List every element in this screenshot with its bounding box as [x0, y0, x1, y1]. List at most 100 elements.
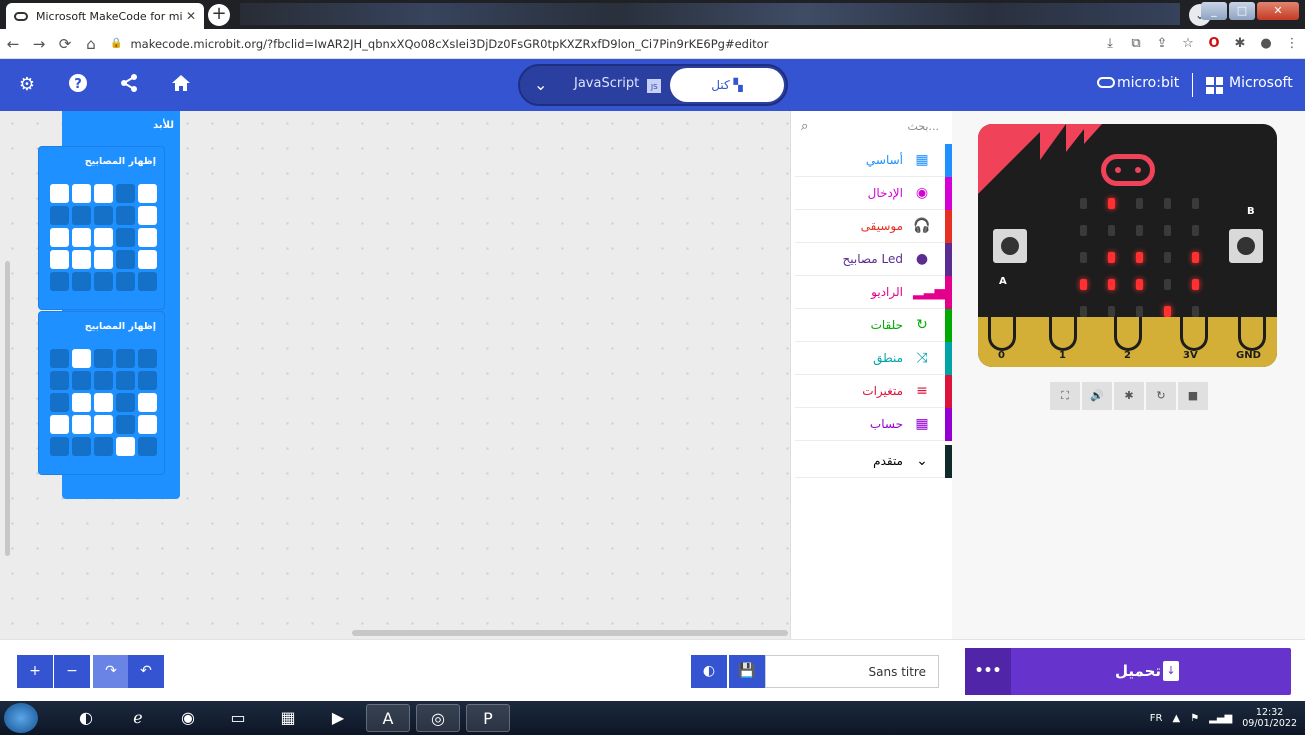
led-cell[interactable]	[94, 371, 113, 390]
led-cell[interactable]	[50, 393, 69, 412]
led-cell[interactable]	[50, 349, 69, 368]
save-icon[interactable]: 💾	[729, 655, 765, 688]
chrome-icon[interactable]: ◎	[416, 704, 460, 732]
browser-menu-icon[interactable]: ⋮	[1279, 36, 1305, 51]
project-name-input[interactable]: Sans titre	[765, 655, 939, 688]
touch-logo-icon[interactable]	[1101, 154, 1155, 186]
show-leds-block-1[interactable]: إظهار المصابيح	[38, 146, 165, 310]
category-item[interactable]: ⌄ متقدم	[795, 445, 953, 478]
led-cell[interactable]	[72, 184, 91, 203]
clock[interactable]: 12:32 09/01/2022	[1242, 707, 1297, 729]
led-cell[interactable]	[94, 437, 113, 456]
led-cell[interactable]	[72, 371, 91, 390]
led-cell[interactable]	[50, 184, 69, 203]
tab-close-icon[interactable]: ✕	[186, 9, 196, 23]
category-item[interactable]: ▦ أساسي	[795, 144, 953, 177]
mute-icon[interactable]: 🔊	[1082, 382, 1112, 410]
download-button[interactable]: ••• تحميل ↓	[965, 648, 1291, 695]
led-cell[interactable]	[72, 415, 91, 434]
chevron-down-icon[interactable]: ⌄	[534, 75, 547, 94]
control-panel-icon[interactable]: ▦	[266, 704, 310, 732]
more-options-button[interactable]: •••	[965, 648, 1011, 695]
led-cell[interactable]	[138, 250, 157, 269]
led-cell[interactable]	[138, 371, 157, 390]
home-icon[interactable]	[169, 73, 193, 97]
media-player-icon[interactable]: ▶	[316, 704, 360, 732]
led-cell[interactable]	[50, 250, 69, 269]
extensions-puzzle-icon[interactable]: ✱	[1227, 36, 1253, 51]
led-cell[interactable]	[94, 272, 113, 291]
undo-button[interactable]: ↶	[128, 655, 164, 688]
firefox-icon[interactable]: ◉	[166, 704, 210, 732]
category-item[interactable]: ↻ حلقات	[795, 309, 953, 342]
flag-icon[interactable]: ⚑	[1190, 713, 1199, 724]
javascript-tab[interactable]: JavaScript JS	[574, 76, 662, 93]
led-cell[interactable]	[94, 206, 113, 225]
share-icon[interactable]	[117, 73, 141, 97]
led-cell[interactable]	[138, 437, 157, 456]
pin-3v[interactable]	[1180, 317, 1208, 351]
pin-gnd[interactable]	[1238, 317, 1266, 351]
category-item[interactable]: ▂▃▅▇ الراديو	[795, 276, 956, 309]
led-cell[interactable]	[138, 272, 157, 291]
gear-icon[interactable]: ⚙	[15, 73, 39, 97]
led-cell[interactable]	[94, 250, 113, 269]
start-button[interactable]	[4, 703, 38, 733]
blocks-workspace[interactable]: للأبد إظهار المصابيح إظهار المصابيح	[0, 111, 790, 639]
redo-button[interactable]: ↷	[93, 655, 129, 688]
led-cell[interactable]	[50, 272, 69, 291]
close-window-button[interactable]: ✕	[1257, 2, 1299, 20]
new-tab-button[interactable]: +	[208, 4, 230, 26]
home-button[interactable]: ⌂	[78, 35, 104, 53]
network-icon[interactable]: ▂▄▆	[1209, 713, 1232, 724]
led-cell[interactable]	[50, 228, 69, 247]
help-icon[interactable]: ?	[66, 73, 90, 97]
led-cell[interactable]	[138, 349, 157, 368]
url-field[interactable]: 🔒 makecode.microbit.org/?fbclid=IwAR2JH_…	[104, 33, 1097, 55]
led-cell[interactable]	[116, 437, 135, 456]
toolbox-search[interactable]: ⌕ بحث...	[799, 117, 945, 139]
led-cell[interactable]	[116, 184, 135, 203]
led-cell[interactable]	[138, 228, 157, 247]
led-cell[interactable]	[72, 437, 91, 456]
led-cell[interactable]	[50, 206, 69, 225]
led-cell[interactable]	[94, 184, 113, 203]
led-cell[interactable]	[138, 393, 157, 412]
profile-avatar-icon[interactable]: ●	[1253, 36, 1279, 51]
led-cell[interactable]	[94, 349, 113, 368]
led-cell[interactable]	[94, 415, 113, 434]
pin-1[interactable]	[1049, 317, 1077, 351]
led-cell[interactable]	[116, 206, 135, 225]
maximize-button[interactable]: □	[1229, 2, 1255, 20]
opera-extension-icon[interactable]: O	[1201, 36, 1227, 51]
led-cell[interactable]	[50, 415, 69, 434]
back-button[interactable]: ←	[0, 35, 26, 53]
led-cell[interactable]	[94, 228, 113, 247]
button-a[interactable]	[993, 229, 1027, 263]
powerpoint-icon[interactable]: P	[466, 704, 510, 732]
fullscreen-icon[interactable]: ⛶	[1050, 382, 1080, 410]
led-cell[interactable]	[72, 206, 91, 225]
workspace-vertical-scrollbar[interactable]	[5, 261, 10, 556]
category-item[interactable]: 🎧 موسيقى	[795, 210, 953, 243]
led-cell[interactable]	[72, 349, 91, 368]
category-item[interactable]: ◉ الإدخال	[795, 177, 953, 210]
zoom-in-button[interactable]: +	[17, 655, 53, 688]
tray-expand-icon[interactable]: ▲	[1172, 713, 1180, 724]
microbit-brand[interactable]: micro:bit	[1097, 75, 1179, 91]
zoom-out-button[interactable]: −	[54, 655, 90, 688]
led-cell[interactable]	[138, 206, 157, 225]
browser-tab[interactable]: Microsoft MakeCode for micro:bit ✕	[6, 3, 204, 29]
led-cell[interactable]	[116, 228, 135, 247]
pin-2[interactable]	[1114, 317, 1142, 351]
stop-icon[interactable]: ■	[1178, 382, 1208, 410]
blocks-tab[interactable]: كتل ▚	[670, 68, 784, 102]
reload-button[interactable]: ⟳	[52, 35, 78, 53]
led-cell[interactable]	[50, 371, 69, 390]
bookmark-star-icon[interactable]: ☆	[1175, 36, 1201, 51]
restart-icon[interactable]: ↻	[1146, 382, 1176, 410]
debug-icon[interactable]: ✱	[1114, 382, 1144, 410]
file-explorer-icon[interactable]: ▭	[216, 704, 260, 732]
microsoft-brand[interactable]: Microsoft	[1229, 75, 1293, 91]
led-cell[interactable]	[116, 349, 135, 368]
